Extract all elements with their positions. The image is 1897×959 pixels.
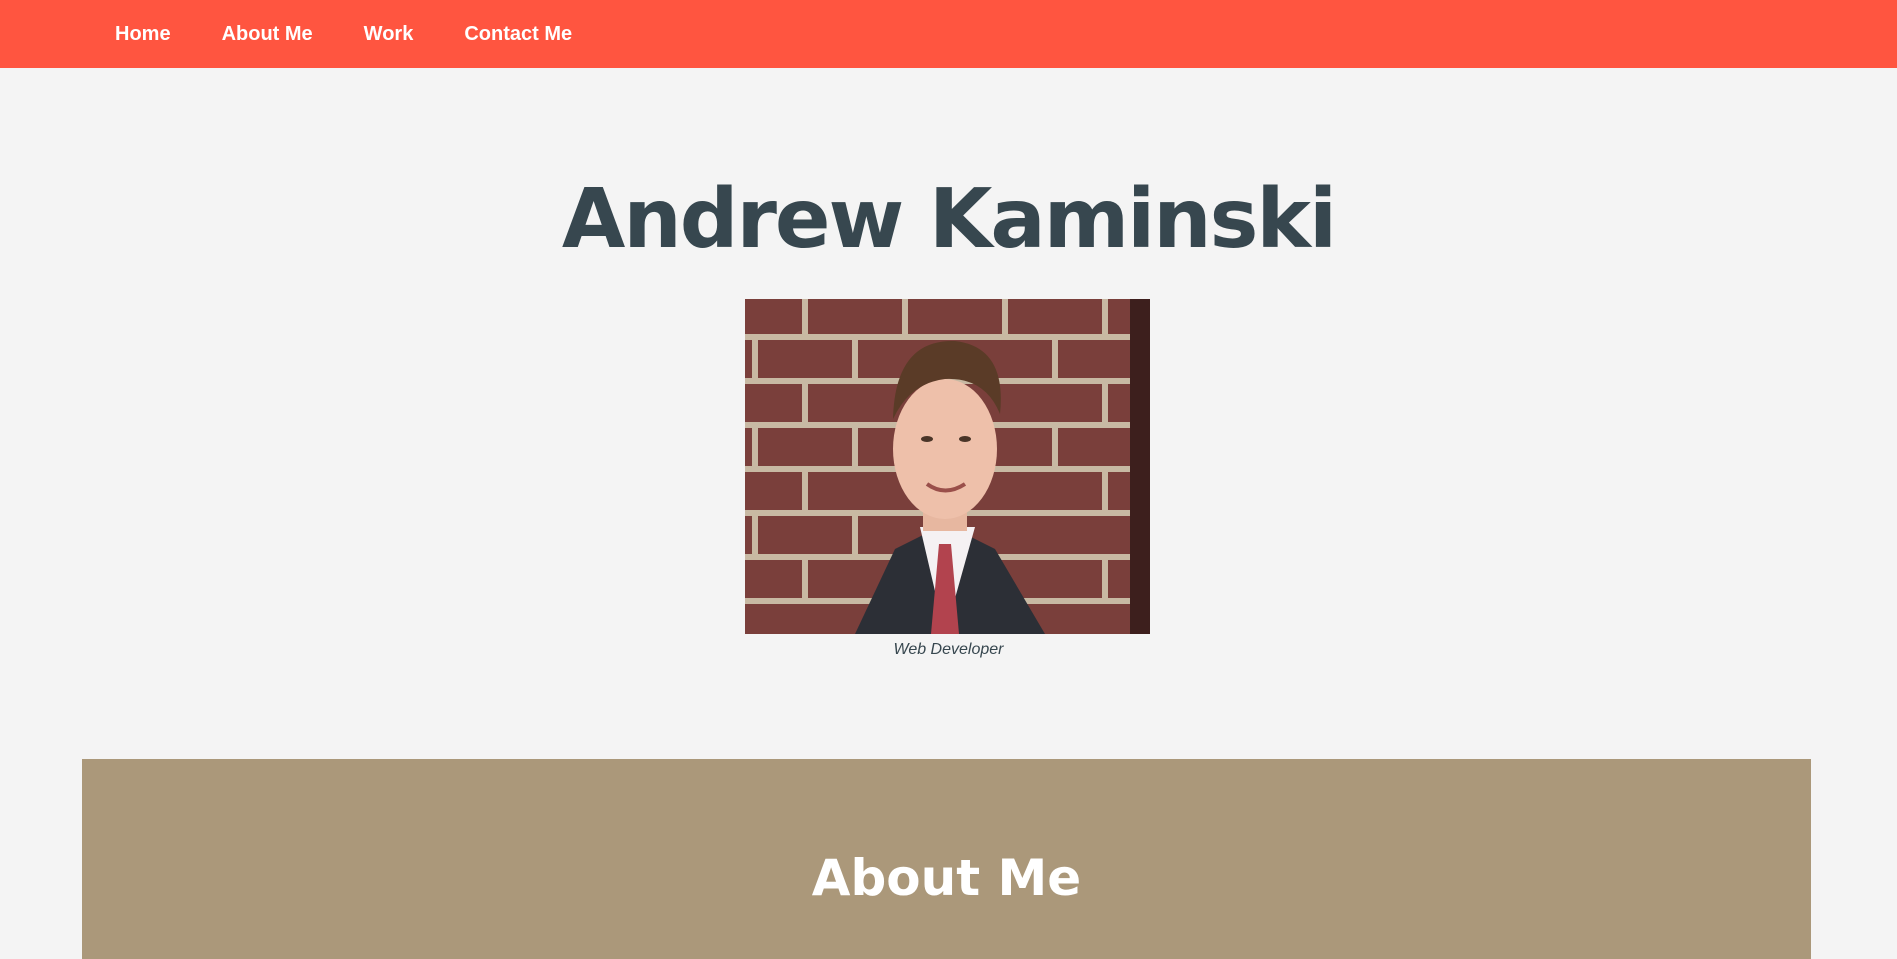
nav-item-contact: Contact Me bbox=[464, 2, 623, 66]
nav-item-about: About Me bbox=[222, 2, 364, 66]
nav-item-work: Work bbox=[364, 2, 465, 66]
profile-photo bbox=[745, 299, 1150, 634]
nav-item-home: Home bbox=[115, 2, 222, 66]
nav-link-about-me[interactable]: About Me bbox=[222, 23, 313, 45]
page-title: Andrew Kaminski bbox=[561, 172, 1337, 267]
top-navbar: Home About Me Work Contact Me bbox=[0, 0, 1897, 68]
about-section: About Me bbox=[82, 759, 1811, 959]
nav-link-home[interactable]: Home bbox=[115, 23, 171, 45]
hero-section: Andrew Kaminski bbox=[0, 68, 1897, 268]
photo-caption: Web Developer bbox=[893, 641, 1004, 658]
nav-list: Home About Me Work Contact Me bbox=[0, 2, 623, 66]
profile-photo-illustration bbox=[745, 299, 1150, 634]
about-heading: About Me bbox=[811, 849, 1082, 907]
nav-link-contact-me[interactable]: Contact Me bbox=[464, 23, 572, 45]
nav-link-work[interactable]: Work bbox=[364, 23, 414, 45]
